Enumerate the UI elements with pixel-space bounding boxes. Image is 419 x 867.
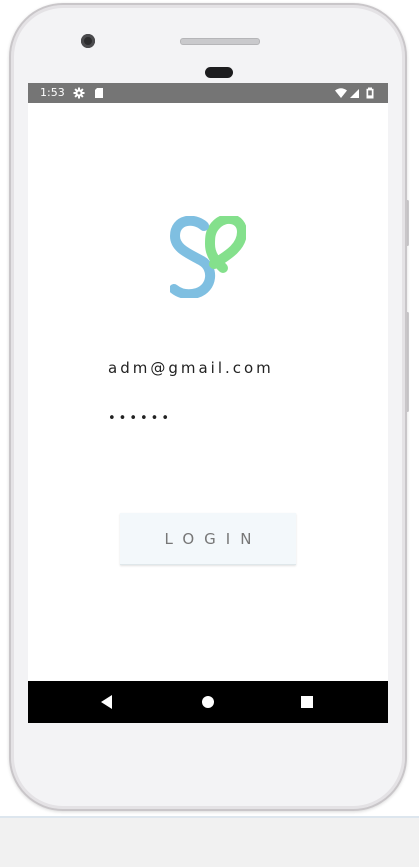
front-camera <box>81 34 95 48</box>
sd-card-icon <box>95 88 103 98</box>
login-button[interactable]: LOGIN <box>120 513 296 565</box>
emulator-bottom-panel <box>0 816 419 867</box>
password-field[interactable]: •••••• <box>108 411 172 426</box>
recents-icon[interactable] <box>297 692 317 712</box>
signal-icon <box>350 89 359 98</box>
battery-icon <box>366 87 374 99</box>
back-icon[interactable] <box>98 692 118 712</box>
emulator-page: 1:53 adm@gmail.com •••••• LOGIN <box>0 0 419 867</box>
phone-screen: 1:53 adm@gmail.com •••••• LOGIN <box>28 83 388 723</box>
proximity-sensor <box>205 67 233 78</box>
email-field[interactable]: adm@gmail.com <box>108 359 274 377</box>
home-icon[interactable] <box>198 692 218 712</box>
wifi-icon <box>335 88 347 98</box>
status-time: 1:53 <box>40 86 65 99</box>
settings-icon <box>73 87 85 99</box>
earpiece-speaker <box>180 38 260 45</box>
app-logo-icon <box>170 216 246 298</box>
navigation-bar <box>28 681 388 723</box>
status-bar: 1:53 <box>28 83 388 103</box>
